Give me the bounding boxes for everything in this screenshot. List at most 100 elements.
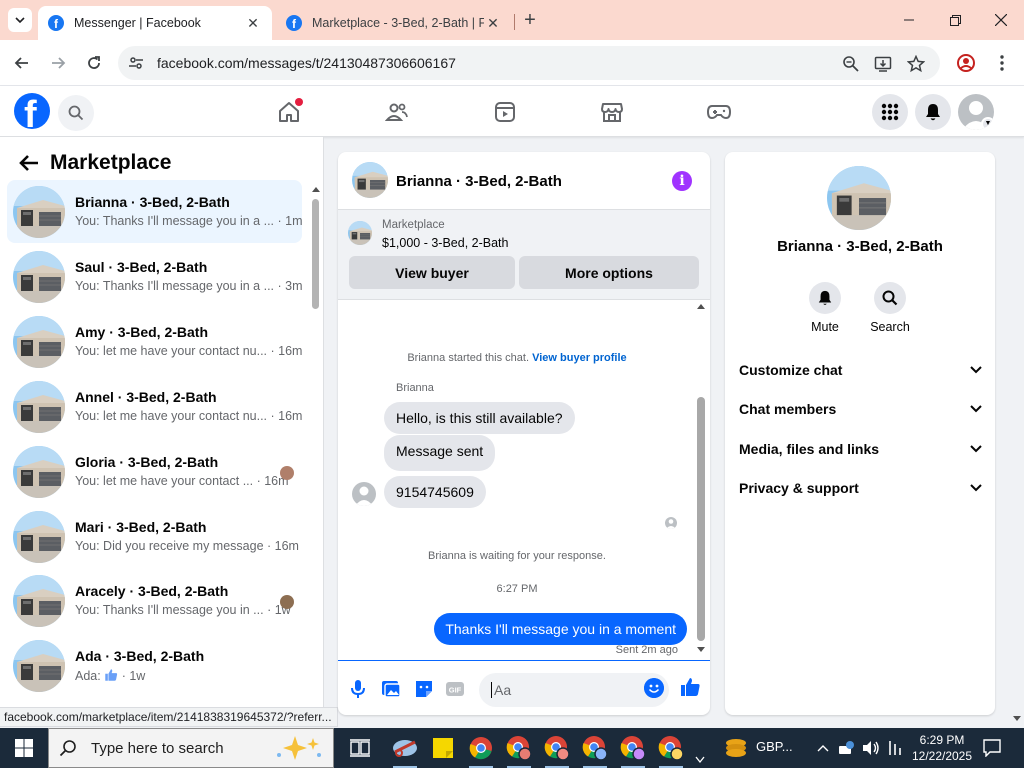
tab-marketplace[interactable]: f Marketplace - 3-Bed, 2-Bath | F ✕ (276, 6, 512, 40)
close-window-button[interactable] (978, 0, 1024, 40)
forward-button[interactable] (46, 51, 70, 75)
nav-home[interactable] (275, 98, 303, 126)
listing-thumbnail (13, 186, 65, 238)
network-icon[interactable] (837, 740, 855, 756)
tab-messenger[interactable]: f Messenger | Facebook ✕ (38, 6, 272, 40)
conversation-item[interactable]: Aracely · 3-Bed, 2-Bath You: Thanks I'll … (7, 569, 302, 632)
profile-button[interactable] (954, 51, 978, 75)
chat-title[interactable]: Brianna · 3-Bed, 2-Bath (396, 173, 562, 190)
listing-thumbnail[interactable] (352, 162, 388, 198)
view-buyer-button[interactable]: View buyer (349, 256, 515, 289)
install-app-icon[interactable] (874, 55, 892, 73)
keyboard-layout-icon[interactable] (888, 740, 902, 756)
emoji-icon[interactable] (644, 678, 664, 698)
back-button[interactable] (10, 51, 34, 75)
microphone-icon[interactable] (347, 678, 369, 700)
browser-menu-button[interactable] (990, 51, 1014, 75)
conversation-item[interactable]: Saul · 3-Bed, 2-Bath You: Thanks I'll mes… (7, 245, 303, 308)
close-tab-icon[interactable]: ✕ (244, 14, 262, 32)
bookmark-star-icon[interactable] (907, 55, 925, 73)
chrome-icon (469, 737, 492, 760)
thumbs-up-icon[interactable] (679, 676, 701, 698)
incoming-message[interactable]: 9154745609 (384, 476, 486, 508)
menu-button[interactable] (872, 94, 908, 130)
search-conversation-button[interactable]: Search (860, 282, 920, 334)
privacy-support-row[interactable]: Privacy & support (739, 476, 983, 500)
taskbar-app-chrome-4[interactable] (579, 732, 611, 768)
conversation-item[interactable]: Gloria · 3-Bed, 2-Bath You: let me have y… (7, 440, 302, 503)
currency-label[interactable]: GBP... (756, 739, 793, 754)
outgoing-message[interactable]: Thanks I'll message you in a moment (434, 613, 687, 645)
scroll-up-arrow-icon[interactable] (696, 302, 706, 310)
thumbs-up-icon (105, 669, 118, 681)
taskbar-app-chrome-2[interactable] (503, 732, 535, 768)
nav-watch[interactable] (491, 98, 519, 126)
system-clock[interactable]: 6:29 PM 12/22/2025 (908, 732, 976, 764)
volume-icon[interactable] (862, 740, 880, 756)
taskbar-search[interactable]: Type here to search (48, 728, 334, 768)
incoming-message[interactable]: Hello, is this still available? (384, 402, 575, 434)
close-tab-icon[interactable]: ✕ (484, 14, 502, 32)
taskbar-app-chrome-3[interactable] (541, 732, 573, 768)
task-view-button[interactable] (344, 732, 376, 764)
message-input[interactable]: Aa (479, 673, 669, 707)
zoom-icon[interactable] (842, 55, 860, 73)
incoming-message[interactable]: Message sent (384, 435, 496, 471)
tab-search-button[interactable] (8, 8, 32, 32)
start-button[interactable] (0, 728, 48, 768)
listing-price[interactable]: $1,000 - 3-Bed, 2-Bath (382, 236, 508, 250)
chevron-down-icon[interactable] (695, 756, 705, 764)
nav-gaming[interactable] (705, 98, 733, 126)
scroll-up-arrow-icon[interactable] (311, 185, 321, 193)
chevron-up-icon[interactable] (817, 744, 829, 752)
more-options-button[interactable]: More options (519, 256, 699, 289)
nav-marketplace[interactable] (598, 98, 626, 126)
conversation-item[interactable]: Brianna · 3-Bed, 2-Bath You: Thanks I'll … (7, 180, 303, 243)
reload-button[interactable] (82, 51, 106, 75)
new-tab-button[interactable]: + (520, 10, 540, 30)
conversation-item[interactable]: Ada · 3-Bed, 2-Bath Ada: · 1w (7, 634, 302, 697)
facebook-search-button[interactable] (58, 95, 94, 131)
link-status-bar: facebook.com/marketplace/item/2141838319… (0, 707, 338, 727)
scroll-down-arrow-icon[interactable] (1012, 715, 1022, 723)
conversation-item[interactable]: Mari · 3-Bed, 2-Bath You: Did you receive… (7, 505, 302, 568)
taskbar-app-chrome-6[interactable] (655, 732, 687, 768)
taskbar-app-snipping[interactable] (389, 732, 421, 768)
info-icon[interactable]: i (672, 171, 692, 191)
facebook-logo[interactable]: f (14, 93, 50, 129)
message-scrollbar[interactable] (695, 300, 707, 654)
notifications-button[interactable] (915, 94, 951, 130)
account-avatar[interactable]: ▼ (958, 94, 994, 130)
conversation-list-scrollbar[interactable] (310, 183, 322, 723)
conversation-item[interactable]: Amy · 3-Bed, 2-Bath You: let me have your… (7, 310, 302, 373)
taskbar-app-chrome-5[interactable] (617, 732, 649, 768)
mute-button[interactable]: Mute (795, 282, 855, 334)
nav-friends[interactable] (383, 98, 411, 126)
address-bar[interactable]: facebook.com/messages/t/2413048730660616… (118, 46, 940, 80)
restore-icon (949, 14, 961, 26)
view-buyer-profile-link[interactable]: View buyer profile (532, 352, 627, 364)
chat-members-row[interactable]: Chat members (739, 397, 983, 421)
listing-thumbnail[interactable] (348, 221, 372, 245)
minimize-button[interactable] (886, 0, 932, 40)
conversation-item[interactable]: Annel · 3-Bed, 2-Bath You: let me have yo… (7, 375, 302, 438)
sticker-icon[interactable] (413, 678, 435, 700)
scrollbar-thumb[interactable] (312, 199, 319, 309)
page-scrollbar[interactable] (1010, 137, 1024, 727)
taskbar-app-sticky-notes[interactable] (427, 732, 459, 764)
customize-chat-row[interactable]: Customize chat (739, 358, 983, 382)
arrow-left-icon[interactable] (18, 152, 40, 174)
media-files-links-row[interactable]: Media, files and links (739, 437, 983, 461)
scroll-down-arrow-icon[interactable] (696, 646, 706, 654)
restore-button[interactable] (932, 0, 978, 40)
currency-widget[interactable] (720, 732, 752, 764)
photo-icon[interactable] (380, 678, 402, 700)
notification-center-icon[interactable] (983, 739, 1001, 757)
chrome-profile-icon (620, 736, 646, 761)
listing-photo[interactable] (827, 166, 891, 230)
site-info-icon[interactable] (128, 55, 144, 71)
taskbar-app-chrome-1[interactable] (465, 732, 497, 768)
sender-avatar[interactable] (352, 482, 376, 506)
gif-icon[interactable]: GIF (444, 678, 466, 700)
scrollbar-thumb[interactable] (697, 397, 705, 641)
